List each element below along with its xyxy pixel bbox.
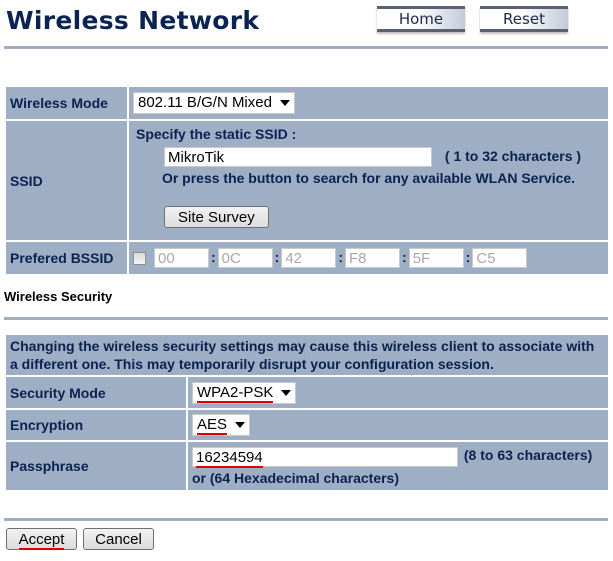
security-warning-row: Changing the wireless security settings …: [6, 335, 608, 375]
wireless-mode-row: Wireless Mode 802.11 B/G/N Mixed: [6, 87, 608, 119]
bssid-octet-5[interactable]: 5F: [408, 248, 464, 268]
accept-button[interactable]: Accept: [6, 528, 77, 550]
bssid-octet-6[interactable]: C5: [472, 248, 528, 268]
wireless-security-table: Changing the wireless security settings …: [4, 333, 610, 492]
bssid-octet-1[interactable]: 00: [154, 248, 209, 268]
encryption-select[interactable]: AES: [192, 414, 251, 436]
bssid-separator: :: [465, 248, 471, 265]
preferred-bssid-row: Prefered BSSID 00:0C:42: F8:5F: C5: [6, 242, 608, 274]
bssid-separator: :: [274, 248, 280, 265]
bssid-separator: :: [338, 248, 344, 265]
preferred-bssid-label: Prefered BSSID: [6, 242, 127, 274]
reset-button[interactable]: Reset: [480, 6, 568, 32]
bssid-octet-3[interactable]: 42: [281, 248, 337, 268]
header-divider: [4, 46, 608, 49]
wireless-mode-value: 802.11 B/G/N Mixed: [138, 94, 272, 111]
ssid-label: SSID: [6, 121, 127, 240]
ssid-length-hint: ( 1 to 32 characters ): [444, 148, 582, 164]
encryption-label: Encryption: [6, 410, 186, 440]
ssid-row: SSID Specify the static SSID : MikroTik …: [6, 121, 608, 240]
bssid-octet-2[interactable]: 0C: [217, 248, 273, 268]
preferred-bssid-checkbox[interactable]: [133, 251, 146, 265]
bssid-separator: :: [402, 248, 407, 265]
passphrase-input[interactable]: 16234594: [192, 446, 458, 468]
ssid-instruction: Specify the static SSID :: [136, 126, 297, 142]
wireless-mode-label: Wireless Mode: [6, 87, 127, 119]
chevron-down-icon: [281, 389, 292, 396]
home-button[interactable]: Home: [377, 6, 465, 32]
security-warning-text: Changing the wireless security settings …: [6, 335, 608, 375]
site-survey-button[interactable]: Site Survey: [164, 206, 269, 229]
wireless-network-table: Wireless Mode 802.11 B/G/N Mixed SSID Sp…: [4, 85, 610, 276]
passphrase-value: 16234594: [196, 448, 263, 468]
wireless-security-heading: Wireless Security: [4, 289, 113, 304]
encryption-value: AES: [197, 416, 228, 435]
passphrase-label: Passphrase: [6, 442, 186, 490]
encryption-row: Encryption AES: [6, 410, 608, 440]
page-title: Wireless Network: [6, 6, 260, 35]
security-mode-label: Security Mode: [6, 377, 186, 408]
accept-label: Accept: [18, 531, 65, 550]
bssid-octet-4[interactable]: F8: [345, 248, 401, 268]
security-divider: [4, 317, 608, 320]
chevron-down-icon: [279, 100, 290, 107]
footer-divider: [4, 518, 608, 521]
security-mode-select[interactable]: WPA2-PSK: [192, 381, 297, 404]
security-mode-value: WPA2-PSK: [197, 383, 274, 403]
ssid-input[interactable]: MikroTik: [164, 147, 432, 168]
bssid-separator: :: [211, 248, 216, 265]
chevron-down-icon: [235, 422, 246, 429]
security-mode-row: Security Mode WPA2-PSK: [6, 377, 608, 408]
cancel-button[interactable]: Cancel: [83, 528, 154, 550]
wireless-mode-select[interactable]: 802.11 B/G/N Mixed: [133, 92, 295, 114]
passphrase-row: Passphrase 16234594 (8 to 63 characters)…: [6, 442, 608, 490]
site-survey-text: Or press the button to search for any av…: [161, 170, 576, 187]
